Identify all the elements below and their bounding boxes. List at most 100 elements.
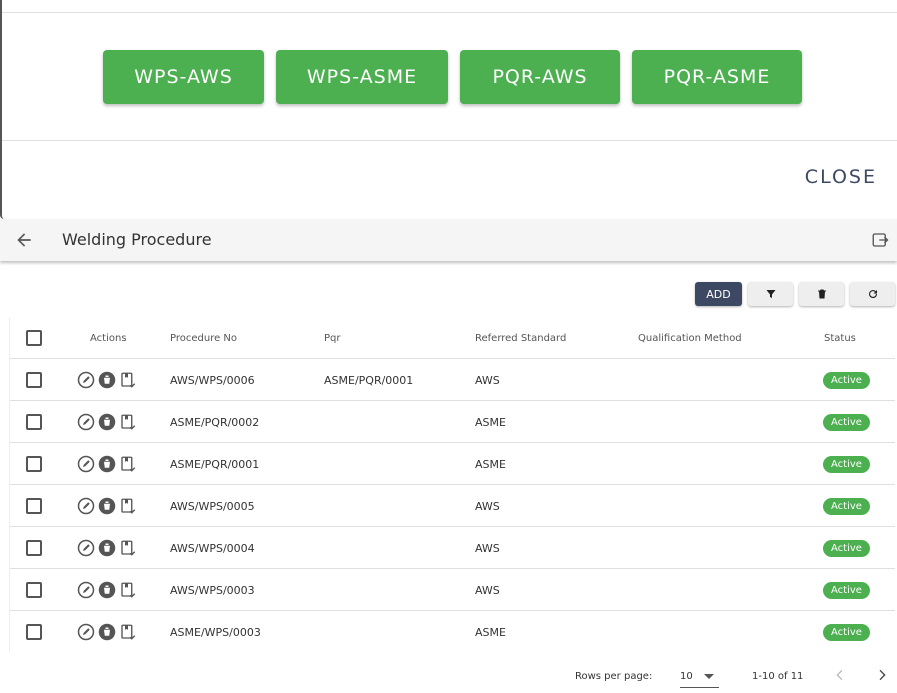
table-header-row: Actions Procedure No Pqr Referred Standa… — [10, 317, 895, 359]
chevron-right-icon[interactable] — [874, 667, 890, 683]
status-badge: Active — [823, 371, 870, 389]
refresh-button[interactable] — [850, 282, 895, 306]
row-checkbox[interactable] — [26, 414, 42, 430]
delete-icon[interactable] — [98, 413, 116, 431]
table-row[interactable]: AWS/WPS/0006 ASME/PQR/0001 AWS Active — [10, 359, 895, 401]
approve-document-icon[interactable] — [119, 413, 137, 431]
exit-icon[interactable] — [871, 231, 889, 249]
table-row[interactable]: ASME/WPS/0003 ASME Active — [10, 611, 895, 652]
cell-referred-standard: ASME — [475, 457, 506, 471]
delete-button[interactable] — [799, 282, 844, 306]
status-badge: Active — [823, 455, 870, 473]
delete-icon[interactable] — [98, 497, 116, 515]
app-root: WPS-AWS WPS-ASME PQR-AWS PQR-ASME CLOSE … — [0, 0, 897, 693]
delete-icon[interactable] — [98, 623, 116, 641]
pagination-range: 1-10 of 11 — [752, 671, 804, 682]
delete-icon[interactable] — [98, 455, 116, 473]
delete-icon[interactable] — [98, 371, 116, 389]
edit-icon[interactable] — [77, 371, 95, 389]
row-select-cell — [26, 611, 42, 652]
cell-procedure-no: ASME/PQR/0001 — [170, 457, 260, 471]
wps-asme-button[interactable]: WPS-ASME — [276, 50, 448, 104]
dialog-top-divider — [2, 12, 897, 13]
row-select-cell — [26, 443, 42, 485]
table-row[interactable]: AWS/WPS/0005 AWS Active — [10, 485, 895, 527]
chevron-down-icon[interactable] — [704, 674, 714, 679]
approve-document-icon[interactable] — [119, 371, 137, 389]
edit-icon[interactable] — [77, 623, 95, 641]
approve-document-icon[interactable] — [119, 455, 137, 473]
cell-referred-standard: ASME — [475, 415, 506, 429]
filter-button[interactable] — [748, 282, 793, 306]
header-referred-standard[interactable]: Referred Standard — [475, 317, 566, 359]
cell-referred-standard: ASME — [475, 625, 506, 639]
row-select-cell — [26, 359, 42, 401]
delete-icon[interactable] — [98, 581, 116, 599]
cell-procedure-no: AWS/WPS/0004 — [170, 541, 255, 555]
edit-icon[interactable] — [77, 413, 95, 431]
header-procedure-no[interactable]: Procedure No — [170, 317, 237, 359]
approve-document-icon[interactable] — [119, 497, 137, 515]
edit-icon[interactable] — [77, 497, 95, 515]
row-actions — [77, 485, 140, 527]
rows-per-page-label: Rows per page: — [575, 671, 653, 682]
header-actions: Actions — [90, 332, 127, 344]
header-qualification-method[interactable]: Qualification Method — [638, 317, 742, 359]
edit-icon[interactable] — [77, 455, 95, 473]
status-badge: Active — [823, 497, 870, 515]
header-pqr[interactable]: Pqr — [324, 317, 341, 359]
cell-procedure-no: AWS/WPS/0005 — [170, 499, 255, 513]
procedures-table: Actions Procedure No Pqr Referred Standa… — [9, 317, 895, 652]
row-actions — [77, 569, 140, 611]
select-all-cell — [26, 317, 42, 359]
approve-document-icon[interactable] — [119, 539, 137, 557]
cell-referred-standard: AWS — [475, 499, 500, 513]
page-header: Welding Procedure — [0, 219, 897, 261]
table-row[interactable]: AWS/WPS/0003 AWS Active — [10, 569, 895, 611]
edit-icon[interactable] — [77, 539, 95, 557]
table-row[interactable]: ASME/PQR/0001 ASME Active — [10, 443, 895, 485]
row-select-cell — [26, 401, 42, 443]
wps-aws-button[interactable]: WPS-AWS — [103, 50, 264, 104]
row-checkbox[interactable] — [26, 372, 42, 388]
approve-document-icon[interactable] — [119, 581, 137, 599]
row-select-cell — [26, 485, 42, 527]
row-checkbox[interactable] — [26, 540, 42, 556]
chevron-left-icon[interactable] — [832, 667, 848, 683]
row-actions — [77, 527, 140, 569]
close-button[interactable]: CLOSE — [805, 166, 877, 188]
arrow-left-icon[interactable] — [14, 230, 34, 250]
status-badge: Active — [823, 413, 870, 431]
cell-procedure-no: ASME/PQR/0002 — [170, 415, 260, 429]
cell-procedure-no: ASME/WPS/0003 — [170, 625, 261, 639]
cell-referred-standard: AWS — [475, 583, 500, 597]
cell-status: Active — [823, 401, 870, 443]
status-badge: Active — [823, 539, 870, 557]
cell-status: Active — [823, 569, 870, 611]
table-row[interactable]: ASME/PQR/0002 ASME Active — [10, 401, 895, 443]
row-checkbox[interactable] — [26, 498, 42, 514]
approve-document-icon[interactable] — [119, 623, 137, 641]
pqr-aws-button[interactable]: PQR-AWS — [460, 50, 620, 104]
pqr-asme-button[interactable]: PQR-ASME — [632, 50, 802, 104]
cell-status: Active — [823, 611, 870, 652]
row-checkbox[interactable] — [26, 582, 42, 598]
row-actions — [77, 359, 140, 401]
add-button[interactable]: ADD — [695, 282, 742, 306]
delete-icon[interactable] — [98, 539, 116, 557]
row-checkbox[interactable] — [26, 624, 42, 640]
cell-pqr: ASME/PQR/0001 — [324, 373, 414, 387]
cell-status: Active — [823, 359, 870, 401]
trash-icon — [817, 289, 826, 299]
row-checkbox[interactable] — [26, 456, 42, 472]
edit-icon[interactable] — [77, 581, 95, 599]
select-all-checkbox[interactable] — [26, 330, 42, 346]
cell-status: Active — [823, 527, 870, 569]
table-row[interactable]: AWS/WPS/0004 AWS Active — [10, 527, 895, 569]
cell-procedure-no: AWS/WPS/0003 — [170, 583, 255, 597]
status-badge: Active — [823, 581, 870, 599]
page-title: Welding Procedure — [62, 230, 212, 249]
header-status[interactable]: Status — [824, 317, 856, 359]
cell-status: Active — [823, 443, 870, 485]
refresh-icon — [868, 290, 877, 299]
